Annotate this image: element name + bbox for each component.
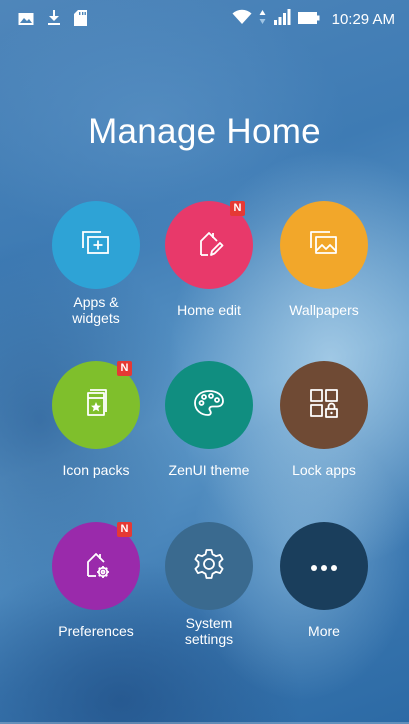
wallpapers-circle: [280, 201, 368, 289]
home-screen: 10:29 AM Manage Home Apps & widgets N Ho…: [0, 0, 409, 724]
home-edit-icon: [193, 227, 225, 263]
home-settings-icon: [80, 548, 112, 584]
icon-packs-label: Icon packs: [62, 462, 130, 478]
system-settings-label: System settings: [184, 615, 234, 647]
zenui-theme-label: ZenUI theme: [168, 462, 250, 478]
new-badge: N: [230, 201, 245, 216]
system-icons: 10:29 AM: [232, 9, 395, 29]
lock-apps-circle: [280, 361, 368, 449]
apps-widgets-label: Apps & widgets: [72, 294, 120, 326]
lock-apps-label: Lock apps: [292, 462, 356, 478]
lock-apps-button[interactable]: Lock apps: [264, 361, 384, 501]
more-label: More: [308, 623, 340, 639]
image-icon: [18, 11, 34, 30]
battery-icon: [297, 10, 320, 29]
lock-apps-icon: [308, 387, 340, 423]
more-dots-icon: [309, 557, 339, 576]
new-badge: N: [117, 522, 132, 537]
status-bar: 10:29 AM: [0, 0, 409, 44]
data-arrows-icon: [259, 9, 266, 29]
wallpaper-icon: [308, 229, 340, 261]
palette-icon: [192, 388, 226, 422]
home-edit-button[interactable]: N Home edit: [149, 201, 269, 341]
more-button[interactable]: More: [264, 522, 384, 662]
icon-packs-button[interactable]: N Icon packs: [36, 361, 156, 501]
zenui-theme-button[interactable]: ZenUI theme: [149, 361, 269, 501]
download-icon: [47, 10, 61, 30]
widgets-icon: [80, 229, 112, 261]
more-circle: [280, 522, 368, 610]
system-settings-circle: [165, 522, 253, 610]
wallpapers-button[interactable]: Wallpapers: [264, 201, 384, 341]
apps-widgets-button[interactable]: Apps & widgets: [36, 201, 156, 341]
clock: 10:29 AM: [331, 10, 395, 28]
preferences-button[interactable]: N Preferences: [36, 522, 156, 662]
page-title: Manage Home: [88, 112, 321, 151]
icon-pack-icon: [81, 387, 111, 423]
wifi-icon: [232, 9, 252, 29]
sd-card-icon: [74, 10, 87, 30]
gear-icon: [192, 547, 226, 585]
signal-icon: [273, 9, 291, 29]
notification-icons: [18, 10, 87, 30]
new-badge: N: [117, 361, 132, 376]
system-settings-button[interactable]: System settings: [149, 522, 269, 662]
preferences-label: Preferences: [58, 623, 134, 639]
home-edit-label: Home edit: [177, 302, 241, 318]
wallpapers-label: Wallpapers: [289, 302, 359, 318]
apps-widgets-circle: [52, 201, 140, 289]
zenui-theme-circle: [165, 361, 253, 449]
